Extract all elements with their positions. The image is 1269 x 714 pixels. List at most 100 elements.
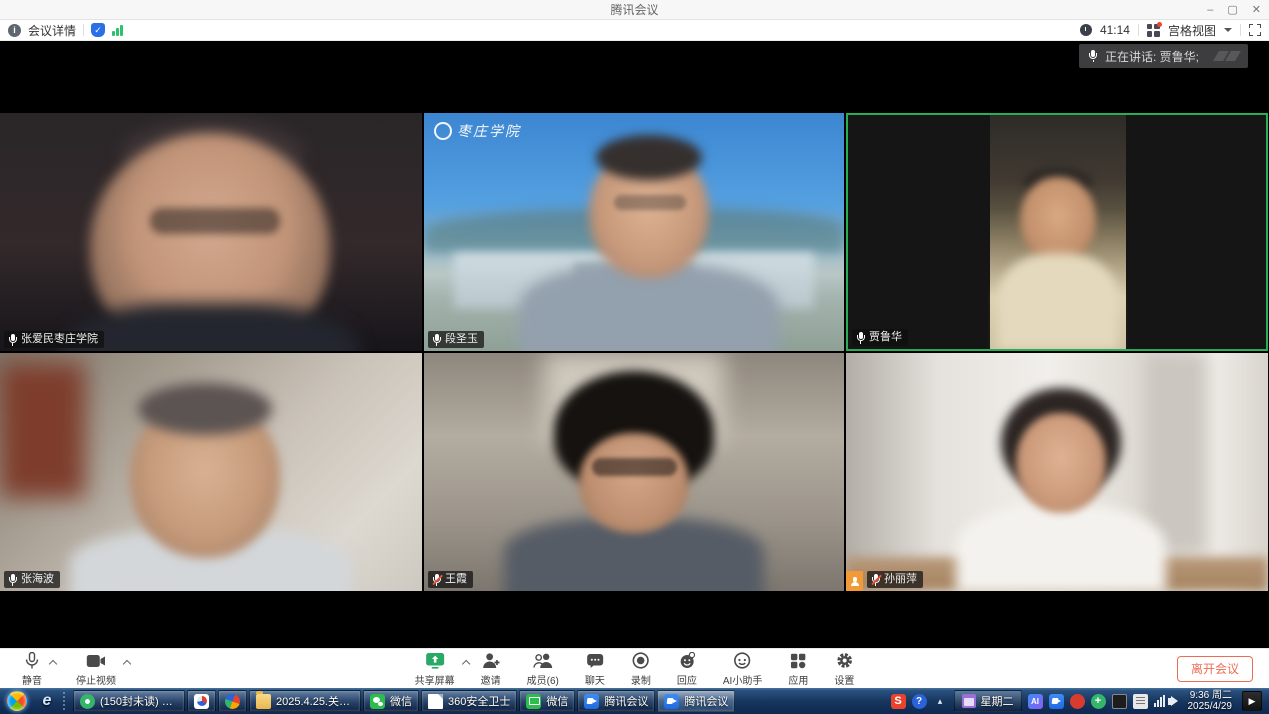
share-screen-label: 共享屏幕 [415, 672, 455, 687]
apps-grid-icon [790, 652, 806, 670]
chevron-down-icon[interactable] [1224, 28, 1232, 32]
share-screen-button[interactable]: 共享屏幕 [415, 649, 455, 689]
minimize-button[interactable]: – [1207, 0, 1213, 20]
chevron-up-icon[interactable] [461, 660, 469, 668]
speaking-text: 正在讲话: 贾鲁华; [1105, 48, 1199, 65]
taskbar-separator [63, 692, 69, 710]
maximize-button[interactable]: ▢ [1227, 0, 1237, 20]
ai-tray-icon[interactable]: AI [1028, 694, 1043, 709]
mic-icon [856, 332, 865, 344]
network-tray-icon[interactable] [1154, 695, 1165, 707]
info-icon[interactable]: i [8, 24, 21, 37]
stop-video-button[interactable]: 停止视频 [76, 649, 116, 689]
participant-name: 贾鲁华 [869, 329, 902, 346]
green-plus-tray-icon[interactable]: + [1091, 694, 1106, 709]
chat-button[interactable]: 聊天 [585, 649, 605, 689]
settings-button[interactable]: 设置 [834, 649, 854, 689]
timer-clock-icon [1080, 24, 1092, 36]
tencent-meeting-icon [664, 694, 679, 709]
taskbar-button-pinwheel-app[interactable] [218, 690, 247, 712]
record-button[interactable]: 录制 [631, 649, 651, 689]
network-signal-icon[interactable] [112, 24, 123, 36]
mute-button[interactable]: 静音 [22, 649, 42, 689]
display-tray-icon[interactable] [1112, 694, 1127, 709]
invite-label: 邀请 [481, 672, 501, 687]
video-tile-duanshengyu[interactable]: 枣庄学院 段圣玉 [424, 113, 844, 351]
meeting-details-link[interactable]: 会议详情 [28, 22, 76, 39]
clipboard-tray-icon[interactable] [1133, 694, 1148, 709]
host-badge-icon [846, 571, 863, 591]
invite-button[interactable]: 邀请 [481, 649, 501, 689]
taskbar-clock[interactable]: 9:36 周二 2025/4/29 [1184, 690, 1237, 712]
mic-icon [8, 334, 17, 346]
taskbar-button-tencent-meeting-active[interactable]: 腾讯会议 [657, 690, 735, 712]
window-title: 腾讯会议 [610, 1, 658, 18]
wechat-icon [370, 694, 385, 709]
video-tile-zhanghaibo[interactable]: 张海波 [0, 353, 422, 591]
volume-tray-icon[interactable] [1171, 696, 1178, 706]
show-desktop-button[interactable]: ▶ [1242, 691, 1262, 711]
ai-assistant-icon [734, 652, 752, 670]
title-bar: 腾讯会议 – ▢ ✕ [0, 0, 1269, 20]
calendar-button[interactable]: 星期二 [954, 690, 1022, 712]
reactions-button[interactable]: 回应 [677, 649, 697, 689]
fullscreen-icon[interactable] [1249, 24, 1261, 36]
red-tray-icon[interactable] [1070, 694, 1085, 709]
settings-label: 设置 [834, 672, 854, 687]
ai-assistant-button[interactable]: AI小助手 [723, 649, 762, 689]
taskbar-button-360[interactable]: 360安全卫士 [421, 690, 517, 712]
speaking-banner: 正在讲话: 贾鲁华; [1079, 44, 1248, 68]
meeting-info-bar: i 会议详情 ✓ 41:14 宫格视图 [0, 20, 1269, 41]
taskbar-button-wechat-2[interactable]: 微信 [519, 690, 575, 712]
gear-icon [836, 652, 853, 670]
pinwheel-app-icon [225, 694, 240, 709]
video-stage: 正在讲话: 贾鲁华; 张爱民枣庄学院 枣庄学院 [0, 41, 1269, 648]
chevron-up-icon[interactable] [49, 660, 57, 668]
taskbar-button-baidu-netdisk[interactable] [187, 690, 216, 712]
view-mode-label[interactable]: 宫格视图 [1168, 22, 1216, 39]
members-label: 成员(6) [527, 672, 559, 687]
mic-icon [8, 574, 17, 586]
document-icon [428, 694, 443, 709]
grid-view-icon[interactable] [1147, 24, 1160, 37]
chat-label: 聊天 [585, 672, 605, 687]
shield-check-icon[interactable]: ✓ [91, 23, 105, 37]
video-tile-zhangaimin[interactable]: 张爱民枣庄学院 [0, 113, 422, 351]
mic-icon [432, 334, 441, 346]
close-button[interactable]: ✕ [1252, 0, 1261, 20]
internet-explorer-icon[interactable]: e [34, 689, 60, 713]
calendar-icon [962, 694, 976, 708]
stop-video-label: 停止视频 [76, 672, 116, 687]
participant-name: 王霞 [445, 571, 467, 588]
apps-button[interactable]: 应用 [788, 649, 808, 689]
tray-expand-icon[interactable]: ▴ [933, 694, 948, 709]
taskbar-button-tencent-meeting[interactable]: 腾讯会议 [577, 690, 655, 712]
share-screen-icon [425, 652, 445, 670]
members-icon [533, 652, 553, 670]
university-logo-text: 枣庄学院 [457, 121, 521, 141]
ai-assistant-label: AI小助手 [723, 672, 762, 687]
university-seal-icon [434, 122, 452, 140]
video-tile-sunliping[interactable]: 孙丽萍 [846, 353, 1268, 591]
video-tile-wangxia[interactable]: 王霞 [424, 353, 844, 591]
leave-meeting-button[interactable]: 离开会议 [1177, 656, 1253, 682]
mic-icon [1089, 50, 1098, 62]
chat-icon [586, 652, 604, 670]
tencent-meeting-icon [584, 694, 599, 709]
tencent-meeting-tray-icon[interactable] [1049, 694, 1064, 709]
taskbar-button-wechat[interactable]: 微信 [363, 690, 419, 712]
help-icon[interactable]: ? [912, 694, 927, 709]
record-label: 录制 [631, 672, 651, 687]
taskbar-button-folder[interactable]: 2025.4.25.关于做... [249, 690, 361, 712]
chevron-up-icon[interactable] [123, 660, 131, 668]
windows-logo-icon [7, 691, 27, 711]
taskbar-button-netease-mail[interactable]: (150封未读) 网易... [73, 690, 185, 712]
sogou-icon[interactable]: S [891, 694, 906, 709]
video-grid: 张爱民枣庄学院 枣庄学院 段圣玉 [0, 113, 1268, 591]
members-button[interactable]: 成员(6) [527, 649, 559, 689]
video-tile-jialuhua-active-speaker[interactable]: 贾鲁华 [846, 113, 1268, 351]
wechat-video-icon [526, 694, 541, 709]
record-icon [632, 652, 649, 670]
participant-name: 张爱民枣庄学院 [21, 331, 98, 348]
start-button[interactable] [0, 688, 34, 714]
